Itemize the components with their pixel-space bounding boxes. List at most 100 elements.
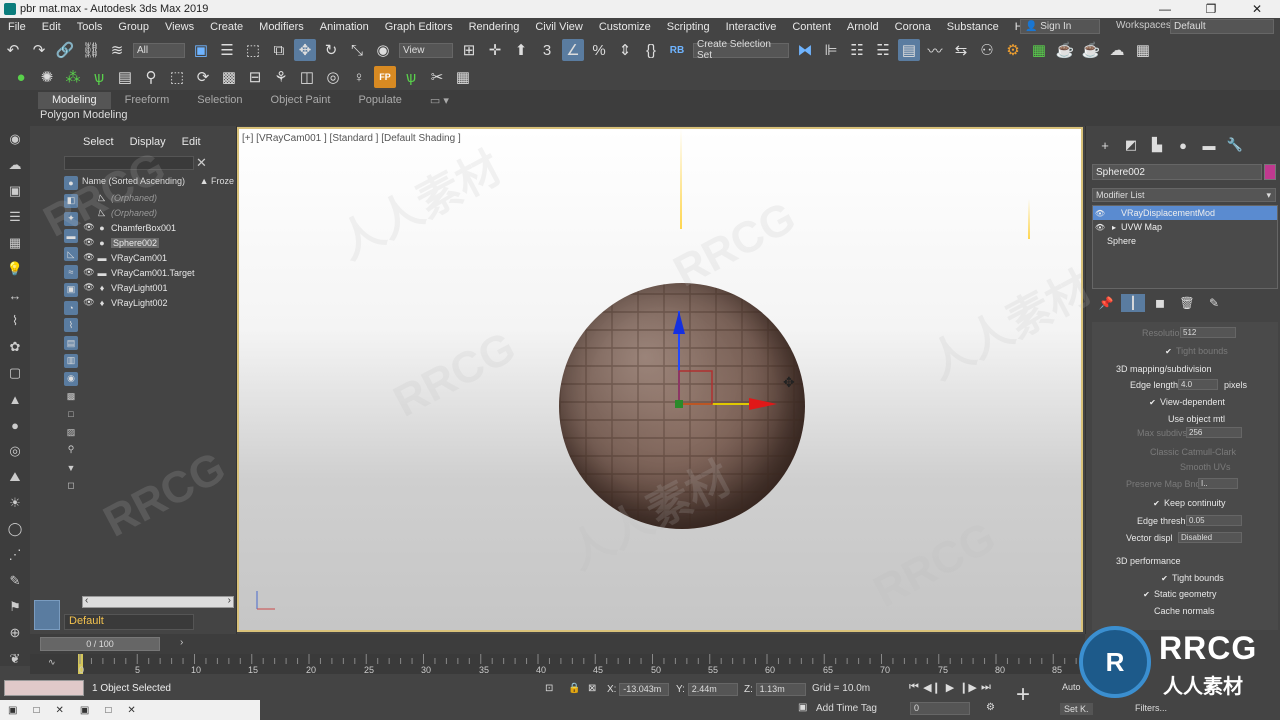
bulb-icon[interactable]: ♀ xyxy=(348,66,370,88)
tools-icon[interactable]: ✂ xyxy=(426,66,448,88)
link-icon[interactable]: 🔗 xyxy=(54,39,76,61)
sun-icon[interactable]: ☀ xyxy=(0,490,30,516)
cloud-icon[interactable]: ☁ xyxy=(0,152,30,178)
table-row[interactable]: 👁 ♦ VRayLight002 xyxy=(82,295,234,310)
expand-icon[interactable]: ▸ xyxy=(1107,223,1121,232)
visibility-icon[interactable]: 👁 xyxy=(82,297,96,308)
explorer-horizontal-scrollbar[interactable]: ‹ › xyxy=(82,595,234,608)
place-icon[interactable]: ◉ xyxy=(372,39,394,61)
find-icon[interactable]: ⚲ xyxy=(64,443,78,457)
menu-interactive[interactable]: Interactive xyxy=(718,21,785,33)
column-frozen[interactable]: ▲ Froze xyxy=(200,176,234,190)
light-icon[interactable]: ● xyxy=(10,66,32,88)
stack-item[interactable]: 👁 ▸ UVW Map xyxy=(1093,220,1277,234)
panel-icon[interactable]: ▣ xyxy=(0,178,30,204)
display-xrefs-icon[interactable]: ◔ xyxy=(64,300,78,315)
eye-icon[interactable]: ◎ xyxy=(322,66,344,88)
select-object-icon[interactable]: ▣ xyxy=(190,39,212,61)
absolute-mode-icon[interactable]: ⊠ xyxy=(588,683,596,694)
fx-icon[interactable]: ✿ xyxy=(0,334,30,360)
hatch-icon[interactable]: ⋰ xyxy=(0,542,30,568)
display-containers-icon[interactable]: ▤ xyxy=(64,336,78,351)
lock-selection-icon[interactable]: 🔒 xyxy=(568,683,580,694)
visibility-icon[interactable]: 👁 xyxy=(82,222,96,233)
window-taskbar-icon[interactable]: □ xyxy=(105,705,111,716)
menu-content[interactable]: Content xyxy=(784,21,839,33)
table-row[interactable]: 👁 ▬ VRayCam001.Target xyxy=(82,265,234,280)
rendered-frame-window-icon[interactable]: ▦ xyxy=(1028,39,1050,61)
grass-icon[interactable]: ѱ xyxy=(400,66,422,88)
table-icon[interactable]: ▦ xyxy=(452,66,474,88)
display-groups-icon[interactable]: ▣ xyxy=(64,282,78,297)
table-row[interactable]: ◺ (Orphaned) xyxy=(82,190,234,205)
eye-icon[interactable]: 👁 xyxy=(1093,209,1107,218)
display-all-icon[interactable]: ▩ xyxy=(64,390,78,404)
selection-icon[interactable]: ◻ xyxy=(64,479,78,493)
menu-animation[interactable]: Animation xyxy=(312,21,377,33)
clear-search-icon[interactable]: ✕ xyxy=(196,155,207,171)
light-icon[interactable]: 💡 xyxy=(0,256,30,282)
proxy-icon[interactable]: ⚲ xyxy=(140,66,162,88)
scroll-right-icon[interactable]: › xyxy=(228,595,231,606)
visibility-icon[interactable]: 👁 xyxy=(82,267,96,278)
visibility-icon[interactable]: 👁 xyxy=(82,282,96,293)
explorer-search-input[interactable] xyxy=(64,156,194,170)
display-helpers-icon[interactable]: ◺ xyxy=(64,247,78,262)
move-icon[interactable]: ✥ xyxy=(294,39,316,61)
edit-named-selection-icon[interactable]: {} xyxy=(640,39,662,61)
fur-icon[interactable]: ѱ xyxy=(88,66,110,88)
maxscript-listener[interactable] xyxy=(4,680,84,696)
torus-icon[interactable]: ◎ xyxy=(0,438,30,464)
close-taskbar-icon[interactable]: ✕ xyxy=(56,705,64,716)
sun-icon[interactable]: ✺ xyxy=(36,66,58,88)
table-row[interactable]: 👁 ♦ VRayLight001 xyxy=(82,280,234,295)
menu-customize[interactable]: Customize xyxy=(591,21,659,33)
table-row[interactable]: 👁 ▬ VRayCam001 xyxy=(82,250,234,265)
pivot-center-icon[interactable]: ⊞ xyxy=(458,39,480,61)
section-3d-performance[interactable]: 3D performance xyxy=(1116,556,1181,566)
eye-icon[interactable]: 👁 xyxy=(1093,223,1107,232)
play-icon[interactable]: ▶ xyxy=(941,681,959,694)
visibility-icon[interactable]: 👁 xyxy=(82,252,96,263)
tab-modeling[interactable]: Modeling xyxy=(38,92,111,109)
display-shapes-icon[interactable]: ◧ xyxy=(64,193,78,208)
modifier-list-dropdown[interactable]: Modifier List ▾ xyxy=(1092,188,1276,202)
table-row[interactable]: 👁 ● Sphere002 xyxy=(82,235,234,250)
menu-scripting[interactable]: Scripting xyxy=(659,21,718,33)
table-row[interactable]: 👁 ● ChamferBox001 xyxy=(82,220,234,235)
create-selection-set-dropdown[interactable]: Create Selection Set xyxy=(693,39,789,61)
max-subdivs-spinner[interactable]: 256 xyxy=(1186,427,1242,439)
tight-bounds-checkbox[interactable]: ✔ xyxy=(1160,574,1169,583)
invert-display-icon[interactable]: ▨ xyxy=(64,425,78,439)
rb-icon[interactable]: RB xyxy=(666,39,688,61)
mesh-icon[interactable]: ▩ xyxy=(218,66,240,88)
render-in-cloud-icon[interactable]: ☁ xyxy=(1106,39,1128,61)
select-by-name-icon[interactable]: ☰ xyxy=(216,39,238,61)
x-coordinate-field[interactable]: -13.043m xyxy=(619,683,670,696)
menu-modifiers[interactable]: Modifiers xyxy=(251,21,312,33)
tab-selection[interactable]: Selection xyxy=(183,92,256,109)
display-hidden-icon[interactable]: ◉ xyxy=(64,371,78,386)
previous-frame-icon[interactable]: ◀❙ xyxy=(923,681,941,694)
explorer-menu-display[interactable]: Display xyxy=(122,136,174,148)
app-taskbar-icon[interactable]: ▣ xyxy=(80,705,89,716)
close-button[interactable]: ✕ xyxy=(1234,0,1280,18)
app-taskbar-icon[interactable]: ▣ xyxy=(8,705,17,716)
toggle-layer-explorer-icon[interactable]: ☵ xyxy=(872,39,894,61)
cube-icon[interactable]: ◫ xyxy=(296,66,318,88)
display-tab-icon[interactable]: ▬ xyxy=(1196,136,1222,154)
utilities-tab-icon[interactable]: 🔧 xyxy=(1222,136,1248,154)
render-grid-icon[interactable]: ▦ xyxy=(1132,39,1154,61)
align-icon[interactable]: ⊫ xyxy=(820,39,842,61)
selection-filter-dropdown[interactable]: All xyxy=(133,42,185,58)
tab-populate[interactable]: Populate xyxy=(344,92,415,109)
sign-in-dropdown[interactable]: 👤 Sign In xyxy=(1020,19,1100,34)
cache-normals-checkbox[interactable] xyxy=(1142,605,1151,614)
reference-coordinate-dropdown[interactable]: View xyxy=(399,42,453,58)
window-taskbar-icon[interactable]: □ xyxy=(33,705,39,716)
window-crossing-icon[interactable]: ⧉ xyxy=(268,39,290,61)
pyramid-icon[interactable]: ⛰ xyxy=(0,464,30,490)
redo-icon[interactable]: ↷ xyxy=(28,39,50,61)
scroll-left-icon[interactable]: ‹ xyxy=(85,595,88,606)
use-object-mtl-checkbox[interactable] xyxy=(1156,413,1165,422)
